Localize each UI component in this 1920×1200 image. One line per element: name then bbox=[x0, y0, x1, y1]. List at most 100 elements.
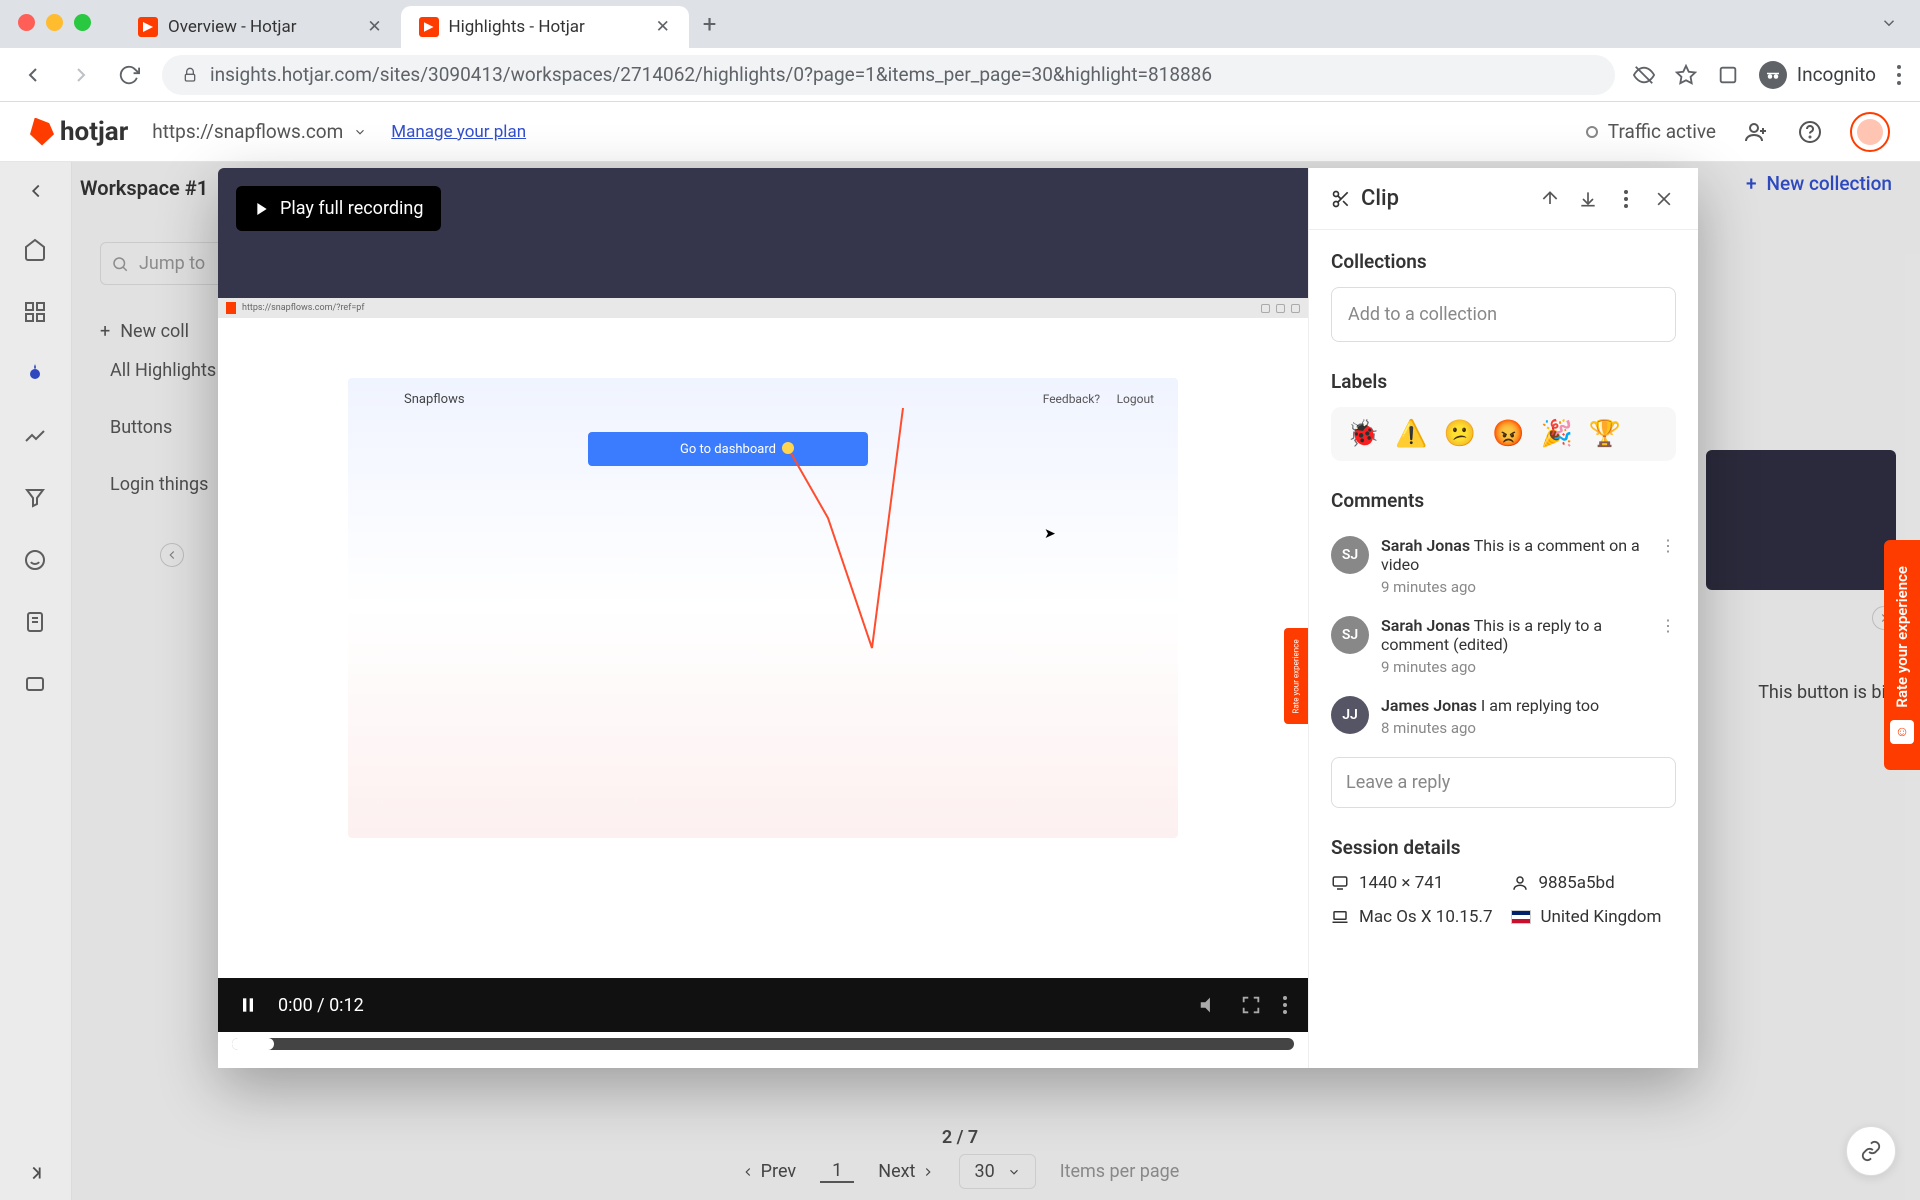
comment-author: Sarah Jonas bbox=[1381, 616, 1470, 635]
comment-item: JJ James Jonas I am replying too 8 minut… bbox=[1331, 686, 1676, 747]
site-url: https://snapflows.com bbox=[152, 120, 343, 143]
minimize-window[interactable] bbox=[46, 14, 63, 31]
flame-icon bbox=[30, 118, 54, 146]
avatar: JJ bbox=[1331, 696, 1369, 734]
label-confused[interactable]: 😕 bbox=[1444, 419, 1476, 449]
country: United Kingdom bbox=[1511, 907, 1677, 927]
manage-plan-link[interactable]: Manage your plan bbox=[391, 122, 526, 142]
label-party[interactable]: 🎉 bbox=[1541, 419, 1573, 449]
feedback-tab: Rate your experience bbox=[1284, 628, 1308, 724]
page-number-input[interactable]: 1 bbox=[820, 1160, 854, 1183]
download-icon[interactable] bbox=[1576, 187, 1600, 211]
traffic-dot-icon bbox=[1586, 126, 1598, 138]
reload-button[interactable] bbox=[114, 64, 144, 86]
label-angry[interactable]: 😡 bbox=[1492, 419, 1524, 449]
items-per-page-select[interactable]: 30 bbox=[959, 1154, 1035, 1189]
chevron-down-icon[interactable] bbox=[1880, 14, 1898, 32]
video-progress[interactable] bbox=[232, 1038, 1294, 1050]
clip-title: Clip bbox=[1331, 186, 1399, 211]
site-dropdown[interactable]: https://snapflows.com bbox=[152, 120, 367, 143]
play-full-recording-button[interactable]: Play full recording bbox=[236, 186, 441, 231]
dashboard-icon[interactable] bbox=[23, 300, 49, 326]
incognito-badge[interactable]: Incognito bbox=[1759, 61, 1876, 89]
forward-button[interactable] bbox=[66, 63, 96, 87]
url-actions: Incognito bbox=[1633, 61, 1902, 89]
kebab-icon[interactable] bbox=[1614, 187, 1638, 211]
close-window[interactable] bbox=[18, 14, 35, 31]
prev-button[interactable]: Prev bbox=[741, 1161, 796, 1182]
monitor-icon bbox=[1331, 874, 1349, 892]
extensions-icon[interactable] bbox=[1717, 64, 1739, 86]
user-id: 9885a5bd bbox=[1511, 873, 1677, 893]
reply-input[interactable]: Leave a reply bbox=[1331, 757, 1676, 808]
hotjar-favicon-icon bbox=[419, 17, 439, 37]
avatar[interactable] bbox=[1850, 112, 1890, 152]
label-trophy[interactable]: 🏆 bbox=[1589, 419, 1621, 449]
resolution: 1440 × 741 bbox=[1331, 873, 1497, 893]
kebab-icon[interactable]: ⋮ bbox=[1660, 536, 1676, 555]
maximize-window[interactable] bbox=[74, 14, 91, 31]
surveys-icon[interactable] bbox=[23, 610, 49, 636]
trends-icon[interactable] bbox=[23, 424, 49, 450]
label-warning[interactable]: ⚠️ bbox=[1395, 419, 1427, 449]
chevron-left-icon bbox=[741, 1165, 755, 1179]
add-user-icon[interactable] bbox=[1742, 118, 1770, 146]
comment-text: I am replying too bbox=[1481, 696, 1599, 715]
star-icon[interactable] bbox=[1675, 64, 1697, 86]
video-controls: 0:00 / 0:12 bbox=[218, 978, 1308, 1032]
os: Mac Os X 10.15.7 bbox=[1331, 907, 1497, 927]
close-icon[interactable]: ✕ bbox=[367, 19, 383, 35]
hotjar-logo[interactable]: hotjar bbox=[30, 117, 128, 147]
add-to-collection-input[interactable]: Add to a collection bbox=[1331, 287, 1676, 342]
new-tab-button[interactable]: + bbox=[703, 10, 717, 38]
engage-icon[interactable] bbox=[23, 672, 49, 698]
search-icon bbox=[111, 255, 129, 273]
highlight-thumbnail[interactable] bbox=[1706, 450, 1896, 590]
incognito-icon bbox=[1759, 61, 1787, 89]
funnels-icon[interactable] bbox=[23, 486, 49, 512]
workspace-name: Workspace #1 bbox=[80, 176, 208, 200]
items-per-page-label: Items per page bbox=[1060, 1161, 1180, 1182]
lock-icon bbox=[182, 67, 198, 83]
share-icon[interactable] bbox=[1538, 187, 1562, 211]
chevron-down-icon bbox=[353, 125, 367, 139]
close-icon[interactable]: ✕ bbox=[655, 19, 671, 35]
highlights-icon[interactable] bbox=[23, 362, 49, 388]
new-collection-label: New coll bbox=[120, 321, 189, 342]
session-feedback-link: Feedback? bbox=[1043, 392, 1100, 406]
panel-header: Clip bbox=[1309, 168, 1698, 230]
link-icon bbox=[1860, 1140, 1882, 1162]
flame-icon bbox=[226, 302, 236, 314]
volume-icon[interactable] bbox=[1198, 994, 1220, 1016]
nav-back-icon[interactable] bbox=[25, 180, 47, 202]
search-placeholder: Jump to bbox=[139, 253, 205, 274]
next-button[interactable]: Next bbox=[878, 1161, 935, 1182]
collapse-icon[interactable] bbox=[160, 543, 184, 567]
kebab-icon[interactable]: ⋮ bbox=[1660, 616, 1676, 635]
eye-off-icon[interactable] bbox=[1633, 64, 1655, 86]
url-text: insights.hotjar.com/sites/3090413/worksp… bbox=[210, 63, 1595, 86]
pause-button[interactable] bbox=[238, 995, 258, 1015]
fullscreen-icon[interactable] bbox=[1240, 994, 1262, 1016]
comment-author: James Jonas bbox=[1381, 696, 1477, 715]
tab-overview[interactable]: Overview - Hotjar ✕ bbox=[120, 6, 401, 48]
rate-label: Rate your experience bbox=[1893, 566, 1911, 708]
chevron-right-icon bbox=[921, 1165, 935, 1179]
help-icon[interactable] bbox=[1796, 118, 1824, 146]
feedback-nav-icon[interactable] bbox=[23, 548, 49, 574]
tab-highlights[interactable]: Highlights - Hotjar ✕ bbox=[401, 6, 689, 48]
url-bar[interactable]: insights.hotjar.com/sites/3090413/worksp… bbox=[162, 55, 1615, 95]
new-collection-button[interactable]: + New collection bbox=[1746, 172, 1892, 195]
label-bug[interactable]: 🐞 bbox=[1347, 419, 1379, 449]
close-icon[interactable] bbox=[1652, 187, 1676, 211]
kebab-icon[interactable] bbox=[1282, 995, 1288, 1015]
comment-item: SJ Sarah Jonas This is a comment on a vi… bbox=[1331, 526, 1676, 606]
traffic-lights bbox=[0, 0, 109, 45]
traffic-status[interactable]: Traffic active bbox=[1586, 120, 1716, 143]
back-button[interactable] bbox=[18, 63, 48, 87]
logo-text: hotjar bbox=[60, 117, 128, 147]
home-icon[interactable] bbox=[23, 238, 49, 264]
copy-link-button[interactable] bbox=[1846, 1126, 1896, 1176]
rate-experience-rail[interactable]: Rate your experience ☺ bbox=[1884, 540, 1920, 770]
kebab-icon[interactable] bbox=[1896, 64, 1902, 86]
